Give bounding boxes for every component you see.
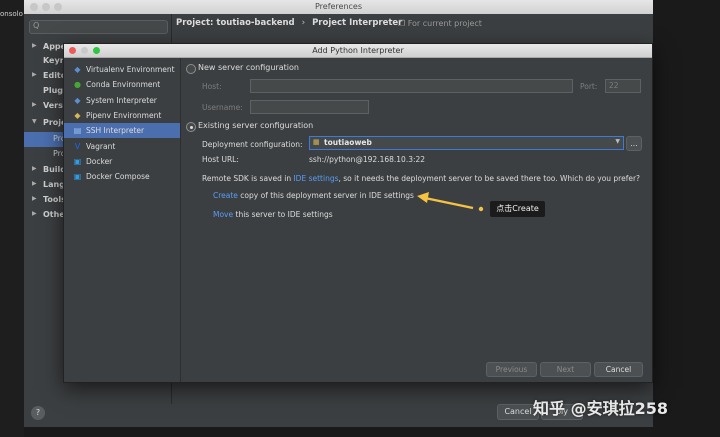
annotation-callout: 点击Create <box>490 201 545 217</box>
arrow-shaft <box>424 196 474 210</box>
arrow-tail-dot <box>478 206 484 212</box>
watermark: 知乎 @安琪拉258 <box>533 399 668 418</box>
annotation-arrow <box>417 192 484 212</box>
arrow-head <box>417 192 429 203</box>
